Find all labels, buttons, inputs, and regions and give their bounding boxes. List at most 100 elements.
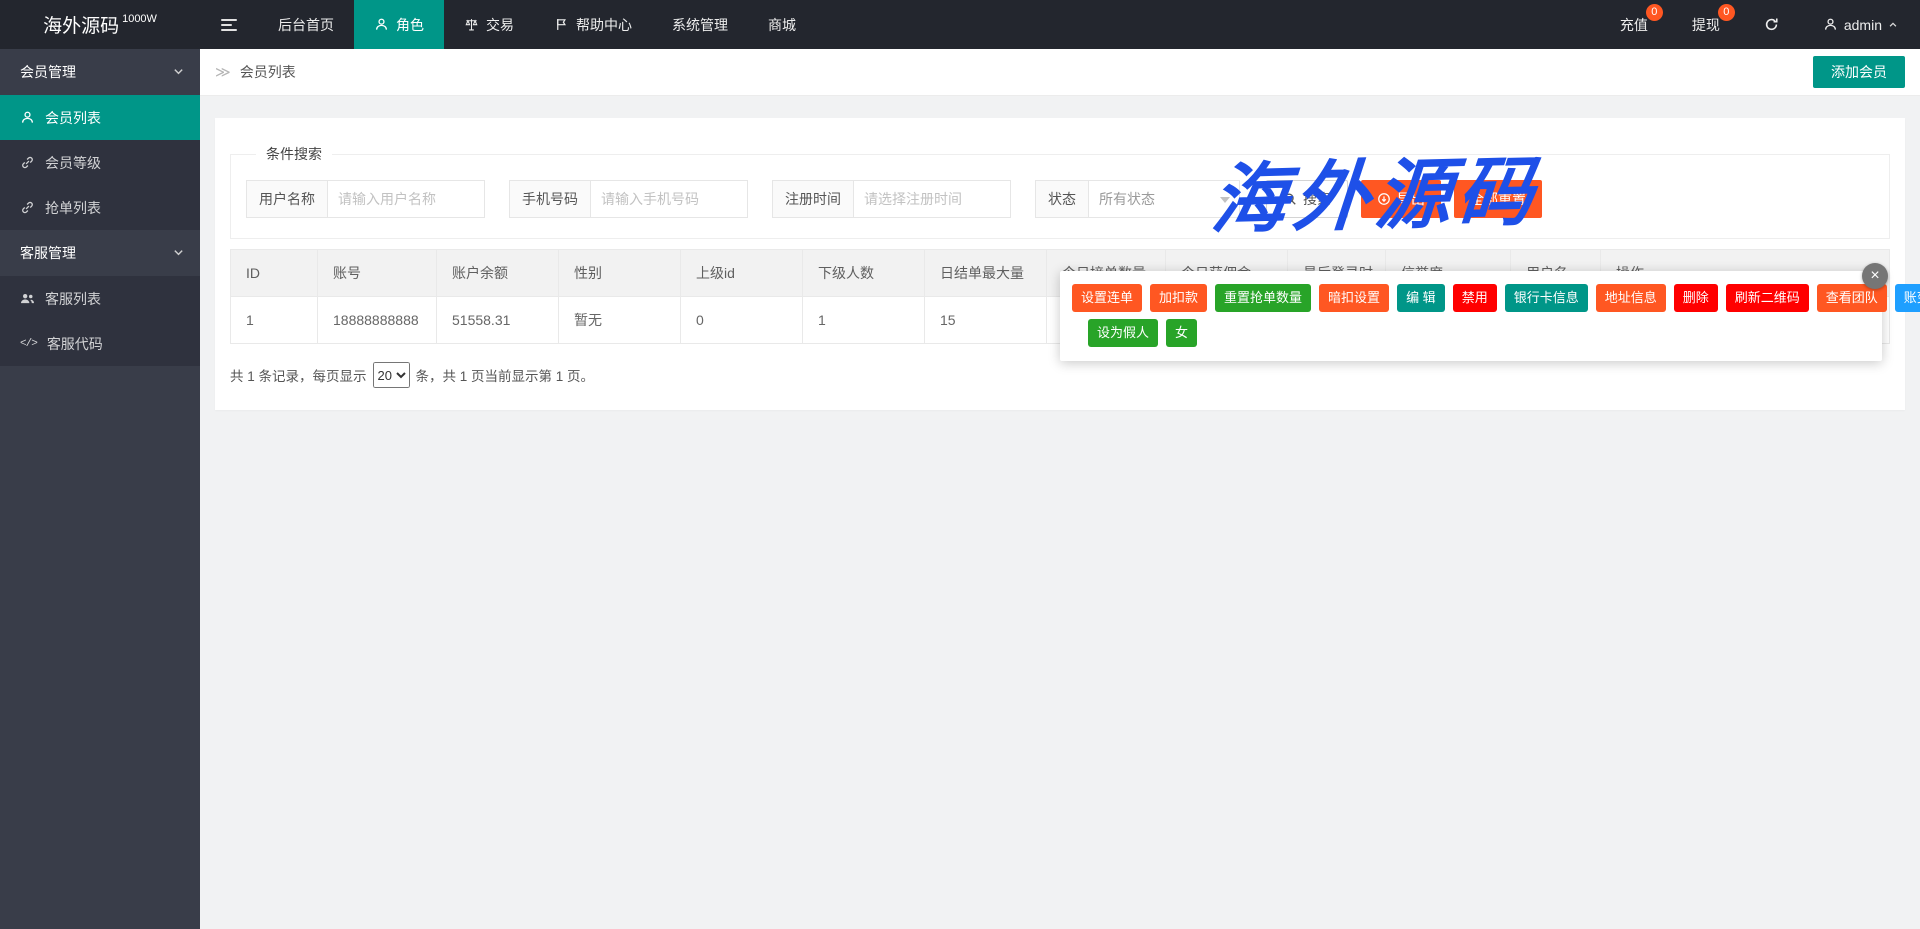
withdraw-button[interactable]: 提现 0 bbox=[1670, 0, 1742, 49]
column-header-balance: 账户余额 bbox=[436, 249, 559, 297]
phone-input[interactable] bbox=[590, 180, 748, 218]
cell-daily-max: 15 bbox=[924, 296, 1047, 344]
sidebar-item-cs-code[interactable]: </> 客服代码 bbox=[0, 321, 200, 366]
cell-balance: 51558.31 bbox=[436, 296, 559, 344]
sidebar-item-label: 抢单列表 bbox=[45, 199, 101, 216]
export-button-label: 导出 bbox=[1397, 191, 1425, 207]
username-input[interactable] bbox=[327, 180, 485, 218]
cell-id: 1 bbox=[230, 296, 318, 344]
op-balance-change-button[interactable]: 账变 bbox=[1894, 284, 1920, 312]
operations-row-2: 设为假人 女 bbox=[1088, 319, 1870, 347]
column-header-account: 账号 bbox=[317, 249, 437, 297]
content-card: 条件搜索 用户名称 手机号码 注册时间 bbox=[215, 118, 1905, 410]
op-gender-female-button[interactable]: 女 bbox=[1166, 319, 1198, 347]
op-set-continuous-order-button[interactable]: 设置连单 bbox=[1072, 284, 1143, 312]
search-button-label: 搜索 bbox=[1303, 191, 1331, 207]
chevron-down-icon bbox=[174, 250, 183, 256]
reg-time-label: 注册时间 bbox=[772, 180, 853, 218]
op-reset-grab-count-button[interactable]: 重置抢单数量 bbox=[1215, 284, 1312, 312]
app-logo[interactable]: 海外源码 1000W bbox=[0, 0, 200, 49]
nav-item-label: 帮助中心 bbox=[576, 16, 632, 33]
link-icon bbox=[22, 201, 33, 214]
op-hidden-deduction-settings-button[interactable]: 暗扣设置 bbox=[1319, 284, 1390, 312]
op-address-info-button[interactable]: 地址信息 bbox=[1595, 284, 1666, 312]
sidebar-item-label: 客服列表 bbox=[45, 290, 101, 307]
nav-item-trade[interactable]: 交易 bbox=[444, 0, 534, 49]
sidebar-item-member-level[interactable]: 会员等级 bbox=[0, 140, 200, 185]
username-text: admin bbox=[1843, 16, 1882, 33]
header-right: 充值 0 提现 0 admin bbox=[1598, 0, 1920, 49]
nav-item-label: 系统管理 bbox=[672, 16, 728, 33]
phone-field-group: 手机号码 bbox=[509, 180, 748, 218]
nav-item-label: 交易 bbox=[486, 16, 514, 33]
logo-badge: 1000W bbox=[122, 12, 157, 25]
nav-item-system-management[interactable]: 系统管理 bbox=[652, 0, 748, 49]
recharge-label: 充值 bbox=[1619, 16, 1648, 33]
sidebar-item-grab-order-list[interactable]: 抢单列表 bbox=[0, 185, 200, 230]
op-bank-card-info-button[interactable]: 银行卡信息 bbox=[1504, 284, 1588, 312]
sidebar-item-label: 会员列表 bbox=[45, 109, 101, 126]
nav-item-mall[interactable]: 商城 bbox=[748, 0, 816, 49]
pagination-text-prefix: 共 1 条记录，每页显示 bbox=[230, 369, 367, 384]
users-icon bbox=[21, 294, 34, 304]
nav-item-label: 后台首页 bbox=[278, 16, 334, 33]
search-panel: 条件搜索 用户名称 手机号码 注册时间 bbox=[230, 144, 1890, 239]
breadcrumb-bar: ≫ 会员列表 添加会员 bbox=[200, 49, 1920, 96]
breadcrumb-icon: ≫ bbox=[215, 64, 231, 81]
op-edit-button[interactable]: 编 辑 bbox=[1397, 284, 1445, 312]
search-panel-title: 条件搜索 bbox=[266, 146, 322, 162]
logo-text: 海外源码 bbox=[43, 16, 120, 37]
sidebar-section-member-management[interactable]: 会员管理 bbox=[0, 49, 200, 95]
reset-all-button[interactable]: 全部重置 bbox=[1454, 180, 1542, 218]
sidebar: 会员管理 会员列表 会员等级 抢单列表 客服管理 客服列表 </> 客服代码 bbox=[0, 49, 200, 929]
nav-item-dashboard[interactable]: 后台首页 bbox=[258, 0, 354, 49]
user-menu[interactable]: admin bbox=[1801, 0, 1920, 49]
status-label: 状态 bbox=[1035, 180, 1088, 218]
op-set-fake-user-button[interactable]: 设为假人 bbox=[1088, 319, 1159, 347]
nav-item-help-center[interactable]: 帮助中心 bbox=[534, 0, 652, 49]
reset-all-button-label: 全部重置 bbox=[1470, 191, 1526, 207]
refresh-button[interactable] bbox=[1742, 0, 1801, 49]
reg-time-field-group: 注册时间 bbox=[772, 180, 1011, 218]
recharge-button[interactable]: 充值 0 bbox=[1598, 0, 1670, 49]
nav-item-label: 商城 bbox=[768, 16, 796, 33]
username-label: 用户名称 bbox=[246, 180, 327, 218]
column-header-subordinates: 下级人数 bbox=[802, 249, 925, 297]
sidebar-item-member-list[interactable]: 会员列表 bbox=[0, 95, 200, 140]
op-delete-button[interactable]: 删除 bbox=[1673, 284, 1718, 312]
op-add-deduction-button[interactable]: 加扣款 bbox=[1150, 284, 1208, 312]
search-button[interactable]: 搜索 bbox=[1266, 180, 1348, 218]
status-field-group: 状态 所有状态 bbox=[1035, 180, 1240, 218]
withdraw-badge: 0 bbox=[1717, 4, 1735, 21]
code-icon: </> bbox=[20, 337, 38, 350]
column-header-parent-id: 上级id bbox=[680, 249, 803, 297]
status-select[interactable]: 所有状态 bbox=[1088, 180, 1240, 218]
chevron-down-icon bbox=[174, 69, 183, 75]
breadcrumb: 会员列表 bbox=[239, 64, 296, 80]
person-icon bbox=[1824, 18, 1836, 30]
close-icon[interactable]: × bbox=[1862, 263, 1888, 289]
flag-icon bbox=[557, 19, 566, 30]
sidebar-item-label: 会员等级 bbox=[45, 154, 101, 171]
sidebar-item-cs-list[interactable]: 客服列表 bbox=[0, 276, 200, 321]
add-member-button[interactable]: 添加会员 bbox=[1813, 56, 1905, 88]
username-field-group: 用户名称 bbox=[246, 180, 485, 218]
pagination-text-suffix: 条，共 1 页当前显示第 1 页。 bbox=[415, 369, 595, 384]
operations-row-1: 设置连单 加扣款 重置抢单数量 暗扣设置 编 辑 禁用 银行卡信息 地址信息 删… bbox=[1072, 284, 1920, 312]
op-refresh-qrcode-button[interactable]: 刷新二维码 bbox=[1725, 284, 1809, 312]
sidebar-item-label: 客服代码 bbox=[46, 335, 103, 352]
status-select-value: 所有状态 bbox=[1099, 191, 1155, 207]
sidebar-section-customer-service[interactable]: 客服管理 bbox=[0, 230, 200, 276]
nav-item-label: 角色 bbox=[396, 16, 424, 33]
column-header-gender: 性别 bbox=[558, 249, 681, 297]
menu-collapse-icon[interactable] bbox=[200, 0, 258, 49]
link-icon bbox=[22, 156, 33, 169]
nav-item-role[interactable]: 角色 bbox=[354, 0, 444, 49]
reg-time-input[interactable] bbox=[853, 180, 1011, 218]
export-button[interactable]: 导出 bbox=[1361, 180, 1441, 218]
export-icon bbox=[1378, 193, 1390, 205]
op-disable-button[interactable]: 禁用 bbox=[1452, 284, 1497, 312]
cell-gender: 暂无 bbox=[558, 296, 681, 344]
column-header-daily-max: 日结单最大量 bbox=[924, 249, 1047, 297]
page-size-select[interactable]: 20 bbox=[372, 362, 410, 388]
